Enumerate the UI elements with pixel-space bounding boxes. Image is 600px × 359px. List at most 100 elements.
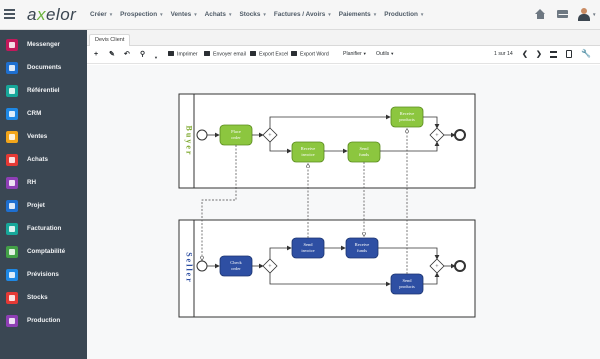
menu-production[interactable]: Production ▼	[384, 11, 424, 18]
menu-prospection[interactable]: Prospection ▼	[120, 11, 163, 18]
tools-dropdown[interactable]: Outils▼	[376, 51, 394, 57]
menu-creer[interactable]: Créer ▼	[90, 11, 113, 18]
wrench-icon[interactable]: 🔧	[581, 49, 591, 58]
sidebar-item-label: Stocks	[27, 294, 48, 301]
attachment-button[interactable]: ⚲	[140, 50, 145, 59]
documents-icon	[6, 62, 18, 74]
export-excel-button[interactable]: Export Excel	[250, 51, 288, 58]
undo-button[interactable]: ↶	[124, 50, 130, 59]
word-icon	[291, 51, 297, 56]
task-label: Send	[403, 278, 413, 283]
messenger-icon	[6, 39, 18, 51]
sidebar: Messenger Documents Référentiel CRM Vent…	[0, 30, 87, 359]
sidebar-item-label: CRM	[27, 110, 42, 117]
sidebar-item-label: Référentiel	[27, 87, 60, 94]
app-logo[interactable]: axelor	[27, 5, 76, 25]
sidebar-item-messenger[interactable]: Messenger	[0, 37, 87, 53]
seller-start-event	[196, 260, 208, 272]
plan-dropdown[interactable]: Planifier▼	[343, 51, 367, 57]
stocks-icon	[6, 292, 18, 304]
print-button[interactable]: Imprimer	[168, 51, 197, 58]
list-view-icon[interactable]	[550, 51, 557, 58]
top-navbar: axelor Créer ▼ Prospection ▼ Ventes ▼ Achat…	[0, 0, 600, 30]
user-menu-caret-icon[interactable]: ▼	[592, 12, 596, 17]
sidebar-item-label: Ventes	[27, 133, 48, 140]
sidebar-item-label: Comptabilité	[27, 248, 66, 255]
mail-icon[interactable]	[557, 10, 568, 18]
buyer-start-event	[196, 129, 208, 141]
sidebar-item-comptabilite[interactable]: Comptabilité	[0, 244, 87, 260]
sidebar-item-label: Messenger	[27, 41, 60, 48]
toolbar: + ✎ ↶ ⚲ ▼ Imprimer Envoyer email Export …	[87, 46, 600, 64]
workflow-canvas: Buyer Seller Place order + Receive invoi…	[87, 65, 600, 359]
form-view-icon[interactable]	[566, 50, 572, 58]
sidebar-item-label: RH	[27, 179, 37, 186]
task-label: Receive	[301, 146, 316, 151]
referentiel-icon	[6, 85, 18, 97]
production-icon	[6, 315, 18, 327]
comptabilite-icon	[6, 246, 18, 258]
main-menu: Créer ▼ Prospection ▼ Ventes ▼ Achats ▼ Stoc…	[90, 11, 431, 18]
sidebar-item-ventes[interactable]: Ventes	[0, 129, 87, 145]
bpmn-diagram: Buyer Seller Place order + Receive invoi…	[178, 93, 476, 318]
task-label: invoice	[301, 248, 314, 253]
menu-ventes[interactable]: Ventes ▼	[171, 11, 198, 18]
export-word-button[interactable]: Export Word	[291, 51, 329, 58]
achats-icon	[6, 154, 18, 166]
sidebar-item-achats[interactable]: Achats	[0, 152, 87, 168]
sidebar-item-referentiel[interactable]: Référentiel	[0, 83, 87, 99]
home-icon[interactable]	[535, 9, 546, 20]
excel-icon	[250, 51, 256, 56]
task-label: Check	[230, 260, 242, 265]
sidebar-item-label: Prévisions	[27, 271, 59, 278]
task-label: order	[231, 266, 241, 271]
ventes-icon	[6, 131, 18, 143]
task-label: funds	[357, 248, 367, 253]
projet-icon	[6, 200, 18, 212]
sidebar-item-label: Production	[27, 317, 61, 324]
task-label: Receive	[400, 111, 415, 116]
menu-factures-avoirs[interactable]: Factures / Avoirs ▼	[274, 11, 332, 18]
pool-buyer-label: Buyer	[185, 126, 194, 157]
menu-achats[interactable]: Achats ▼	[205, 11, 233, 18]
edit-button[interactable]: ✎	[109, 50, 115, 59]
menu-stocks[interactable]: Stocks ▼	[239, 11, 266, 18]
task-label: Receive	[355, 242, 370, 247]
pool-seller-label: Seller	[185, 252, 194, 284]
menu-paiements[interactable]: Paiements ▼	[339, 11, 377, 18]
tab-devis-client[interactable]: Devis Client	[89, 34, 131, 46]
user-avatar-icon[interactable]	[578, 8, 590, 21]
sidebar-item-label: Achats	[27, 156, 48, 163]
crm-icon	[6, 108, 18, 120]
task-label: Send	[360, 146, 370, 151]
sidebar-item-production[interactable]: Production	[0, 313, 87, 329]
sidebar-item-projet[interactable]: Projet	[0, 198, 87, 214]
task-label: order	[231, 135, 241, 140]
sidebar-item-label: Documents	[27, 64, 62, 71]
main-content: Devis Client + ✎ ↶ ⚲ ▼ Imprimer Envoyer …	[87, 30, 600, 359]
hamburger-menu-icon[interactable]	[4, 9, 15, 19]
sidebar-item-label: Facturation	[27, 225, 62, 232]
envelope-icon	[204, 51, 210, 56]
previsions-icon	[6, 269, 18, 281]
send-email-button[interactable]: Envoyer email	[204, 51, 246, 58]
more-caret-icon[interactable]: ▼	[154, 53, 158, 62]
task-label: Send	[304, 242, 314, 247]
sidebar-item-documents[interactable]: Documents	[0, 60, 87, 76]
sidebar-item-rh[interactable]: RH	[0, 175, 87, 191]
task-label: Place	[231, 129, 241, 134]
sidebar-item-facturation[interactable]: Facturation	[0, 221, 87, 237]
printer-icon	[168, 51, 174, 56]
sidebar-item-stocks[interactable]: Stocks	[0, 290, 87, 306]
sidebar-item-crm[interactable]: CRM	[0, 106, 87, 122]
task-label: invoice	[301, 152, 314, 157]
prev-record-button[interactable]: ❮	[522, 50, 528, 59]
rh-icon	[6, 177, 18, 189]
next-record-button[interactable]: ❯	[536, 50, 542, 59]
task-label: products	[399, 117, 415, 122]
sidebar-item-previsions[interactable]: Prévisions	[0, 267, 87, 283]
task-label: funds	[359, 152, 369, 157]
pager-text: 1 sur 14	[494, 51, 513, 57]
seller-end-event	[454, 260, 466, 272]
add-button[interactable]: +	[94, 50, 98, 59]
